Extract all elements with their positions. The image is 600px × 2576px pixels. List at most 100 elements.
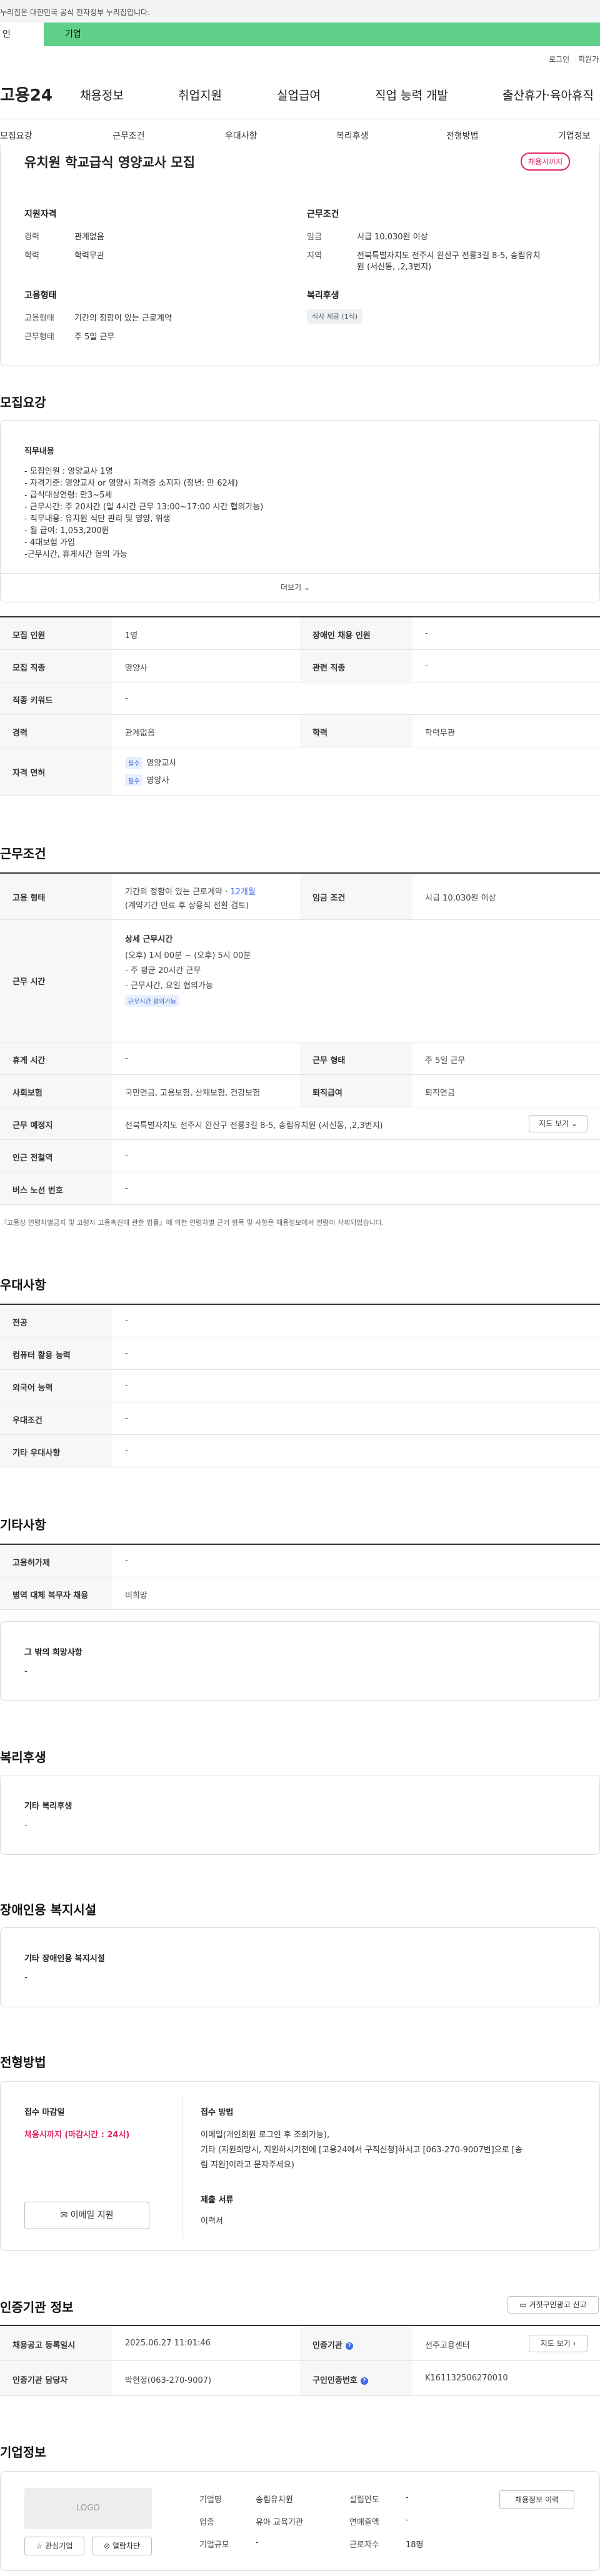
td-computer: -: [125, 1349, 128, 1358]
duty-line: - 4대보험 가입: [24, 538, 76, 547]
company-industry-value: 유아 교육기관: [256, 2518, 303, 2527]
th-edu: 학력: [300, 715, 412, 747]
more-button[interactable]: 더보기 ⌄: [281, 582, 310, 592]
region-label: 지역: [307, 251, 322, 261]
td-rest: -: [125, 1054, 128, 1063]
block-btn-label: 열람차단: [112, 2542, 141, 2550]
subnav-company[interactable]: 기업정보: [558, 129, 591, 142]
emp-months: 12개월: [230, 887, 256, 897]
site-logo[interactable]: 고용24: [0, 82, 52, 106]
welfare-box-value: -: [24, 1820, 28, 1830]
report-fake-ad-button[interactable]: ▭ 거짓구인광고 신고: [508, 2296, 599, 2314]
hours-line: - 주 평균 20시간 근무: [125, 966, 201, 976]
td-permit: -: [125, 1556, 128, 1565]
license-name: 영양교사: [146, 759, 177, 768]
th-language: 외국어 능력: [0, 1370, 112, 1402]
career-label: 경력: [24, 232, 39, 242]
td-language: -: [125, 1381, 128, 1390]
gnb-item-vocational-training[interactable]: 직업 능력 개발: [375, 86, 448, 103]
table-row: 자격 면허 필수 영양교사 필수 영양사: [0, 747, 600, 796]
license-item: 필수 영양사: [125, 774, 169, 786]
company-logo: LOGO: [24, 2488, 152, 2529]
table-row: 고용 형태 기간의 정함이 있는 근로계약 · 12개월 (계약기간 만료 후 …: [0, 874, 600, 920]
age-footnote: 『고용상 연령차별금지 및 고령자 고용촉진에 관한 법률』에 의한 연령차별 …: [0, 1219, 384, 1227]
td-edu: 학력무관: [425, 729, 455, 738]
td-pref-cond: -: [125, 1414, 128, 1423]
block-view-button[interactable]: ⊘ 열람차단: [92, 2537, 152, 2555]
license-name: 영양사: [146, 776, 169, 786]
method-line: 기타 (지원희망시, 지원하시기전에 [고용24에서 구직신청]하시고 [063…: [201, 2145, 522, 2155]
duty-line: - 직무내용: 유치원 식단 관리 및 영양, 위생: [24, 514, 171, 524]
tab-company[interactable]: 기업: [65, 22, 81, 46]
email-apply-button[interactable]: ✉ 이메일 지원: [24, 2202, 149, 2229]
report-btn-label: 거짓구인광고 신고: [529, 2300, 587, 2309]
block-icon: ⊘: [103, 2542, 111, 2550]
login-link[interactable]: 로그인: [549, 54, 569, 64]
duty-line: - 급식대상연령: 만3~5세: [24, 491, 112, 500]
company-section-title: 기업정보: [0, 2445, 46, 2460]
table-row: 우대조건 -: [0, 1402, 600, 1435]
subnav-pref[interactable]: 우대사항: [225, 129, 258, 142]
company-workers-value: 18명: [406, 2540, 424, 2550]
info-icon[interactable]: ?: [345, 2342, 353, 2350]
td-subway: -: [125, 1151, 128, 1161]
company-workers-label: 근로자수: [349, 2540, 379, 2550]
subnav-work[interactable]: 근무조건: [112, 129, 145, 142]
th-agency: 인증기관?: [300, 2326, 412, 2360]
join-link[interactable]: 회원가: [578, 54, 599, 64]
method-label: 접수 방법: [201, 2108, 234, 2117]
job-history-button[interactable]: 채용정보 이력: [499, 2490, 574, 2509]
table-row: 휴게 시간 - 근무 형태 주 5일 근무: [0, 1042, 600, 1075]
edu-label: 학력: [24, 251, 39, 261]
gnb-item-unemployment-benefit[interactable]: 실업급여: [277, 86, 321, 103]
table-row: 인증기관 담당자 박현정(063-270-9007) 구인인증번호? K1611…: [0, 2361, 600, 2396]
worktype-value: 주 5일 근무: [74, 332, 115, 342]
fav-btn-label: 관심기업: [45, 2542, 73, 2550]
agency-map-button[interactable]: 지도 보기 ›: [529, 2335, 588, 2352]
th-certno: 구인인증번호?: [300, 2361, 412, 2395]
disability-box-title: 기타 장애인용 복지시설: [24, 1954, 105, 1964]
favorite-company-button[interactable]: ☆ 관심기업: [24, 2537, 84, 2555]
required-tag: 필수: [125, 774, 143, 786]
chevron-down-icon: ⌄: [571, 1119, 578, 1128]
license-item: 필수 영양교사: [125, 756, 176, 769]
company-sales-value: -: [406, 2515, 409, 2525]
th-related: 관련 직종: [300, 650, 412, 682]
th-pref-etc: 기타 우대사항: [0, 1435, 112, 1467]
map-view-button[interactable]: 지도 보기 ⌄: [529, 1115, 588, 1132]
audience-tabbar: 인 기업: [0, 22, 600, 46]
th-major: 전공: [0, 1305, 112, 1337]
th-manager: 인증기관 담당자: [0, 2361, 112, 2395]
subnav-welfare[interactable]: 복리후생: [336, 129, 369, 142]
table-row: 모집 인원 1명 장애인 채용 인원 -: [0, 617, 600, 650]
company-name-value: 송림유치원: [256, 2495, 293, 2505]
gnb-item-jobs[interactable]: 채용정보: [80, 86, 124, 103]
company-size-label: 기업규모: [199, 2540, 229, 2550]
emp-value: 기간의 정함이 있는 근로계약: [74, 314, 172, 323]
th-wage: 임금 조건: [300, 874, 412, 919]
gnb-item-employment-support[interactable]: 취업지원: [178, 86, 222, 103]
td-place: 전북특별자치도 전주시 완산구 전룡3길 8-5, 송림유치원 (서신동, ,2…: [125, 1121, 383, 1131]
certno-label: 구인인증번호: [312, 2376, 358, 2385]
table-row: 전공 -: [0, 1305, 600, 1337]
required-tag: 필수: [125, 757, 143, 769]
deadline-value: 채용시까지 (마감시간 : 24시): [24, 2130, 130, 2140]
career-value: 관계없음: [74, 232, 104, 242]
wage-label: 임금: [307, 232, 322, 242]
table-row: 컴퓨터 활용 능력 -: [0, 1337, 600, 1370]
td-emp-line1: 기간의 정함이 있는 근로계약 · 12개월: [125, 885, 256, 897]
td-career: 관계없음: [125, 729, 155, 738]
company-card: LOGO ☆ 관심기업 ⊘ 열람차단 기업명 송림유치원 설립연도 - 업종 유…: [0, 2471, 600, 2571]
welfare-card: 기타 복리후생 -: [0, 1775, 600, 1855]
td-insurance: 국민연금, 고용보험, 산재보험, 건강보험: [125, 1089, 261, 1098]
gnb-item-parental-leave[interactable]: 출산휴가·육아휴직: [502, 86, 594, 103]
method-line: 림 지원]이라고 문자주세요): [201, 2160, 294, 2170]
tab-individual[interactable]: 인: [0, 22, 44, 46]
table-row: 근무 예정지 전북특별자치도 전주시 완산구 전룡3길 8-5, 송림유치원 (…: [0, 1107, 600, 1140]
emp-title: 고용형태: [24, 291, 57, 301]
document-icon: ▭: [519, 2300, 527, 2309]
subnav-recruit[interactable]: 모집요강: [0, 129, 32, 142]
company-name-label: 기업명: [199, 2495, 222, 2505]
info-icon[interactable]: ?: [360, 2377, 368, 2385]
subnav-selection[interactable]: 전형방법: [446, 129, 479, 142]
